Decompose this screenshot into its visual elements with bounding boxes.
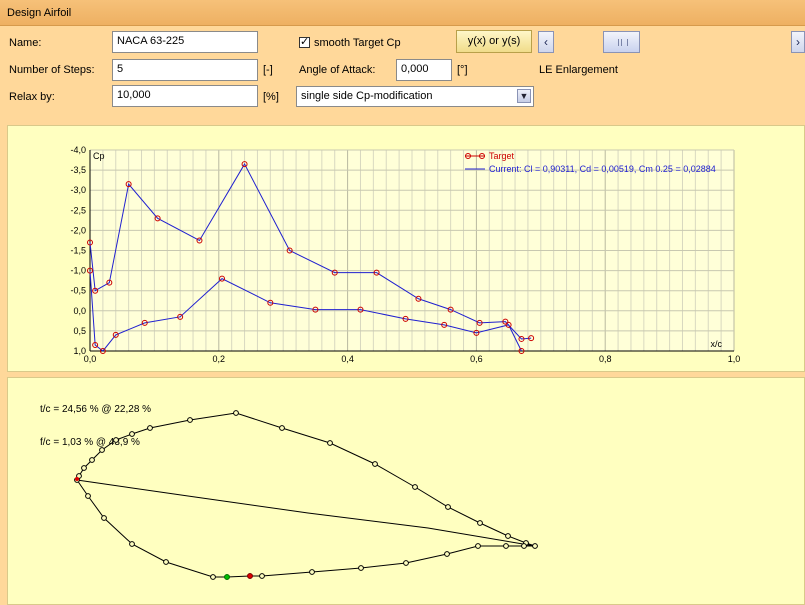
relax-label: Relax by: (9, 91, 55, 103)
airfoil-control-point (532, 543, 538, 549)
slider-right-button[interactable]: › (791, 31, 805, 53)
airfoil-control-point (475, 543, 481, 549)
le-enlargement-slider-track[interactable] (554, 31, 791, 53)
airfoil-control-point (505, 533, 511, 539)
chevron-right-icon: › (796, 35, 800, 49)
airfoil-control-point (233, 410, 239, 416)
airfoil-panel: t/c = 24,56 % @ 22,28 % f/c = 1,03 % @ 4… (7, 377, 805, 605)
relax-unit: [%] (263, 91, 279, 103)
airfoil-control-point (259, 573, 265, 579)
airfoil-control-point (477, 520, 483, 526)
x-tick-label: 0,6 (470, 354, 483, 364)
airfoil-mean-line (76, 479, 536, 547)
y-tick-label: -0,5 (70, 286, 86, 296)
airfoil-control-point (129, 431, 135, 437)
airfoil-control-point (187, 417, 193, 423)
steps-field[interactable]: 5 (112, 59, 258, 81)
x-tick-label: 0,2 (213, 354, 226, 364)
y-tick-label: -2,5 (70, 205, 86, 215)
airfoil-control-point (412, 484, 418, 490)
x-tick-label: 0,0 (84, 354, 97, 364)
airfoil-shape[interactable] (8, 378, 804, 604)
airfoil-control-point-selected (247, 573, 253, 579)
airfoil-control-point (210, 574, 216, 580)
y-tick-label: -1,5 (70, 246, 86, 256)
airfoil-control-point (503, 543, 509, 549)
airfoil-control-point (163, 559, 169, 565)
airfoil-control-point (113, 437, 119, 443)
chevron-left-icon: ‹ (544, 35, 548, 49)
airfoil-control-point (358, 565, 364, 571)
aoa-unit: [°] (457, 64, 468, 76)
airfoil-control-point (403, 560, 409, 566)
legend-current-label: Current: Cl = 0,90311, Cd = 0,00519, Cm … (489, 164, 716, 174)
airfoil-control-point (99, 447, 105, 453)
y-tick-label: -2,0 (70, 225, 86, 235)
chevron-down-icon[interactable]: ▼ (517, 89, 531, 103)
cp-chart: -4,0 -3,5 -3,0 -2,5 -2,0 -1,5 -1,0 -0,5 0,0 0,5 1,… (70, 145, 741, 364)
y-tick-label: 0,5 (73, 326, 86, 336)
steps-unit: [-] (263, 64, 273, 76)
y-of-x-or-s-button[interactable]: y(x) or y(s) (456, 30, 532, 53)
y-tick-label: -1,0 (70, 266, 86, 276)
airfoil-control-point (101, 515, 107, 521)
modification-mode-value: single side Cp-modification (301, 90, 433, 102)
y-tick-label: 0,0 (73, 306, 86, 316)
x-tick-label: 0,4 (341, 354, 354, 364)
slider-left-button[interactable]: ‹ (538, 31, 554, 53)
aoa-field[interactable]: 0,000 (396, 59, 452, 81)
airfoil-control-point (521, 543, 527, 549)
airfoil-leading-edge-point (75, 477, 79, 481)
legend-target-label: Target (489, 151, 515, 161)
steps-label: Number of Steps: (9, 64, 95, 76)
airfoil-control-point (327, 440, 333, 446)
le-enlargement-slider-thumb[interactable] (603, 31, 640, 53)
x-tick-label: 1,0 (728, 354, 741, 364)
airfoil-control-point-active (224, 574, 230, 580)
airfoil-upper-surface (76, 412, 536, 547)
airfoil-control-point (372, 461, 378, 467)
x-axis-label: x/c (710, 339, 722, 349)
y-tick-label: -4,0 (70, 145, 86, 155)
aoa-label: Angle of Attack: (299, 64, 376, 76)
airfoil-lower-surface (76, 479, 535, 578)
y-tick-label: -3,5 (70, 165, 86, 175)
airfoil-control-point (309, 569, 315, 575)
airfoil-control-point (279, 425, 285, 431)
smooth-target-checkbox[interactable]: ✓ (299, 37, 310, 48)
panel-title: Design Airfoil (7, 7, 72, 19)
airfoil-control-point (85, 493, 91, 499)
airfoil-control-point (445, 504, 451, 510)
name-field[interactable]: NACA 63-225 (112, 31, 258, 53)
y-tick-label: -3,0 (70, 185, 86, 195)
airfoil-control-point (444, 551, 450, 557)
y-axis-label: Cp (93, 151, 105, 161)
airfoil-control-point (89, 457, 95, 463)
cp-chart-panel: -4,0 -3,5 -3,0 -2,5 -2,0 -1,5 -1,0 -0,5 0,0 0,5 1,… (7, 125, 805, 372)
x-tick-label: 0,8 (599, 354, 612, 364)
name-label: Name: (9, 37, 42, 49)
relax-field[interactable]: 10,000 (112, 85, 258, 107)
airfoil-control-point (129, 541, 135, 547)
airfoil-control-point (147, 425, 153, 431)
panel-title-bar: Design Airfoil (0, 0, 805, 26)
airfoil-control-point (81, 465, 87, 471)
smooth-target-label: smooth Target Cp (314, 37, 401, 49)
modification-mode-select[interactable]: single side Cp-modification ▼ (296, 86, 534, 107)
le-enlargement-label: LE Enlargement (539, 64, 618, 76)
